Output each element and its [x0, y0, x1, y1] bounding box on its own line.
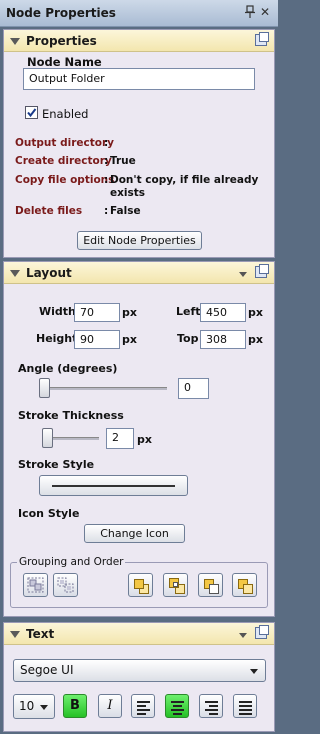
stroke-style-label: Stroke Style [18, 458, 95, 471]
prop-sep: : [104, 174, 109, 186]
left-input[interactable]: 450 [200, 303, 246, 322]
top-unit: px [248, 333, 263, 346]
text-format-toolbar: 10 B I [13, 694, 273, 720]
dropdown-arrow-icon[interactable] [239, 633, 247, 638]
enabled-checkbox[interactable] [25, 106, 38, 119]
popout-icon[interactable] [255, 264, 269, 278]
font-family-value: Segoe UI [20, 663, 74, 677]
font-family-select[interactable]: Segoe UI [13, 659, 266, 682]
node-name-input[interactable]: Output Folder [23, 68, 255, 90]
width-input[interactable]: 70 [74, 303, 120, 322]
layout-panel: Layout Width 70 px Left 450 px Height 90… [3, 261, 275, 617]
justify-button[interactable] [233, 694, 257, 718]
width-label: Width [39, 305, 76, 318]
grouping-and-order-group: Grouping and Order [10, 556, 268, 608]
angle-label: Angle (degrees) [18, 362, 118, 375]
enabled-label: Enabled [42, 107, 89, 121]
stroke-thickness-unit: px [137, 433, 152, 446]
collapse-triangle-icon[interactable] [10, 270, 20, 277]
prop-sep: : [104, 137, 109, 149]
align-right-button[interactable] [199, 694, 223, 718]
height-unit: px [122, 333, 137, 346]
properties-header[interactable]: Properties [4, 30, 274, 52]
prop-value-create-directory: True [110, 155, 136, 167]
stroke-thickness-slider-thumb[interactable] [42, 428, 53, 448]
chevron-down-icon [40, 705, 48, 710]
angle-slider-thumb[interactable] [39, 378, 50, 398]
properties-header-label: Properties [26, 34, 97, 48]
prop-value-delete-files: False [110, 205, 141, 217]
ungroup-button[interactable] [53, 573, 78, 597]
ungroup-icon [57, 577, 74, 593]
text-header-label: Text [26, 627, 55, 641]
angle-input[interactable]: 0 [178, 378, 209, 399]
layout-header-label: Layout [26, 266, 72, 280]
collapse-triangle-icon[interactable] [10, 631, 20, 638]
font-size-select[interactable]: 10 [13, 694, 55, 719]
prop-key-copy-file-options: Copy file options [15, 174, 115, 186]
height-label: Height [36, 332, 78, 345]
popout-icon[interactable] [255, 625, 269, 639]
prop-sep: : [104, 205, 109, 217]
prop-sep: : [104, 155, 109, 167]
stroke-thickness-input[interactable]: 2 [106, 428, 134, 449]
font-size-value: 10 [19, 699, 35, 713]
angle-slider-track[interactable] [42, 387, 167, 390]
send-to-back-button[interactable] [232, 573, 257, 597]
text-panel: Text Segoe UI 10 B I [3, 622, 275, 732]
chevron-down-icon [250, 669, 258, 674]
popout-icon[interactable] [255, 32, 269, 46]
window-titlebar: Node Properties ✕ [0, 0, 278, 27]
grouping-label: Grouping and Order [17, 556, 126, 568]
align-center-button[interactable] [165, 694, 189, 718]
prop-value-copy-file-options: Don't copy, if file already exists [110, 174, 259, 199]
collapse-triangle-icon[interactable] [10, 38, 20, 45]
bold-toggle[interactable]: B [63, 694, 87, 718]
pin-icon[interactable] [244, 5, 256, 19]
stroke-thickness-label: Stroke Thickness [18, 409, 124, 422]
stroke-style-preview [52, 485, 175, 487]
icon-style-label: Icon Style [18, 507, 80, 520]
send-backward-button[interactable] [198, 573, 223, 597]
window-title: Node Properties [6, 6, 116, 20]
prop-key-output-directory: Output directory [15, 137, 114, 149]
height-input[interactable]: 90 [74, 330, 120, 349]
edit-node-properties-button[interactable]: Edit Node Properties [77, 231, 202, 250]
change-icon-button[interactable]: Change Icon [84, 524, 185, 543]
group-button[interactable] [23, 573, 48, 597]
stroke-style-button[interactable] [39, 475, 188, 496]
bring-forward-button[interactable] [163, 573, 188, 597]
prop-key-create-directory: Create directory [15, 155, 112, 167]
left-unit: px [248, 306, 263, 319]
checkmark-icon [27, 108, 37, 118]
left-label: Left [176, 305, 201, 318]
node-name-label: Node Name [27, 55, 102, 69]
italic-toggle[interactable]: I [98, 694, 122, 718]
properties-panel: Properties Node Name Output Folder Enabl… [3, 29, 275, 258]
align-left-button[interactable] [131, 694, 155, 718]
bring-to-front-button[interactable] [128, 573, 153, 597]
dropdown-arrow-icon[interactable] [239, 272, 247, 277]
layout-header[interactable]: Layout [4, 262, 274, 284]
close-icon[interactable]: ✕ [260, 5, 270, 19]
prop-key-delete-files: Delete files [15, 205, 83, 217]
top-input[interactable]: 308 [200, 330, 246, 349]
top-label: Top [177, 332, 199, 345]
width-unit: px [122, 306, 137, 319]
text-header[interactable]: Text [4, 623, 274, 645]
group-icon [27, 577, 44, 593]
